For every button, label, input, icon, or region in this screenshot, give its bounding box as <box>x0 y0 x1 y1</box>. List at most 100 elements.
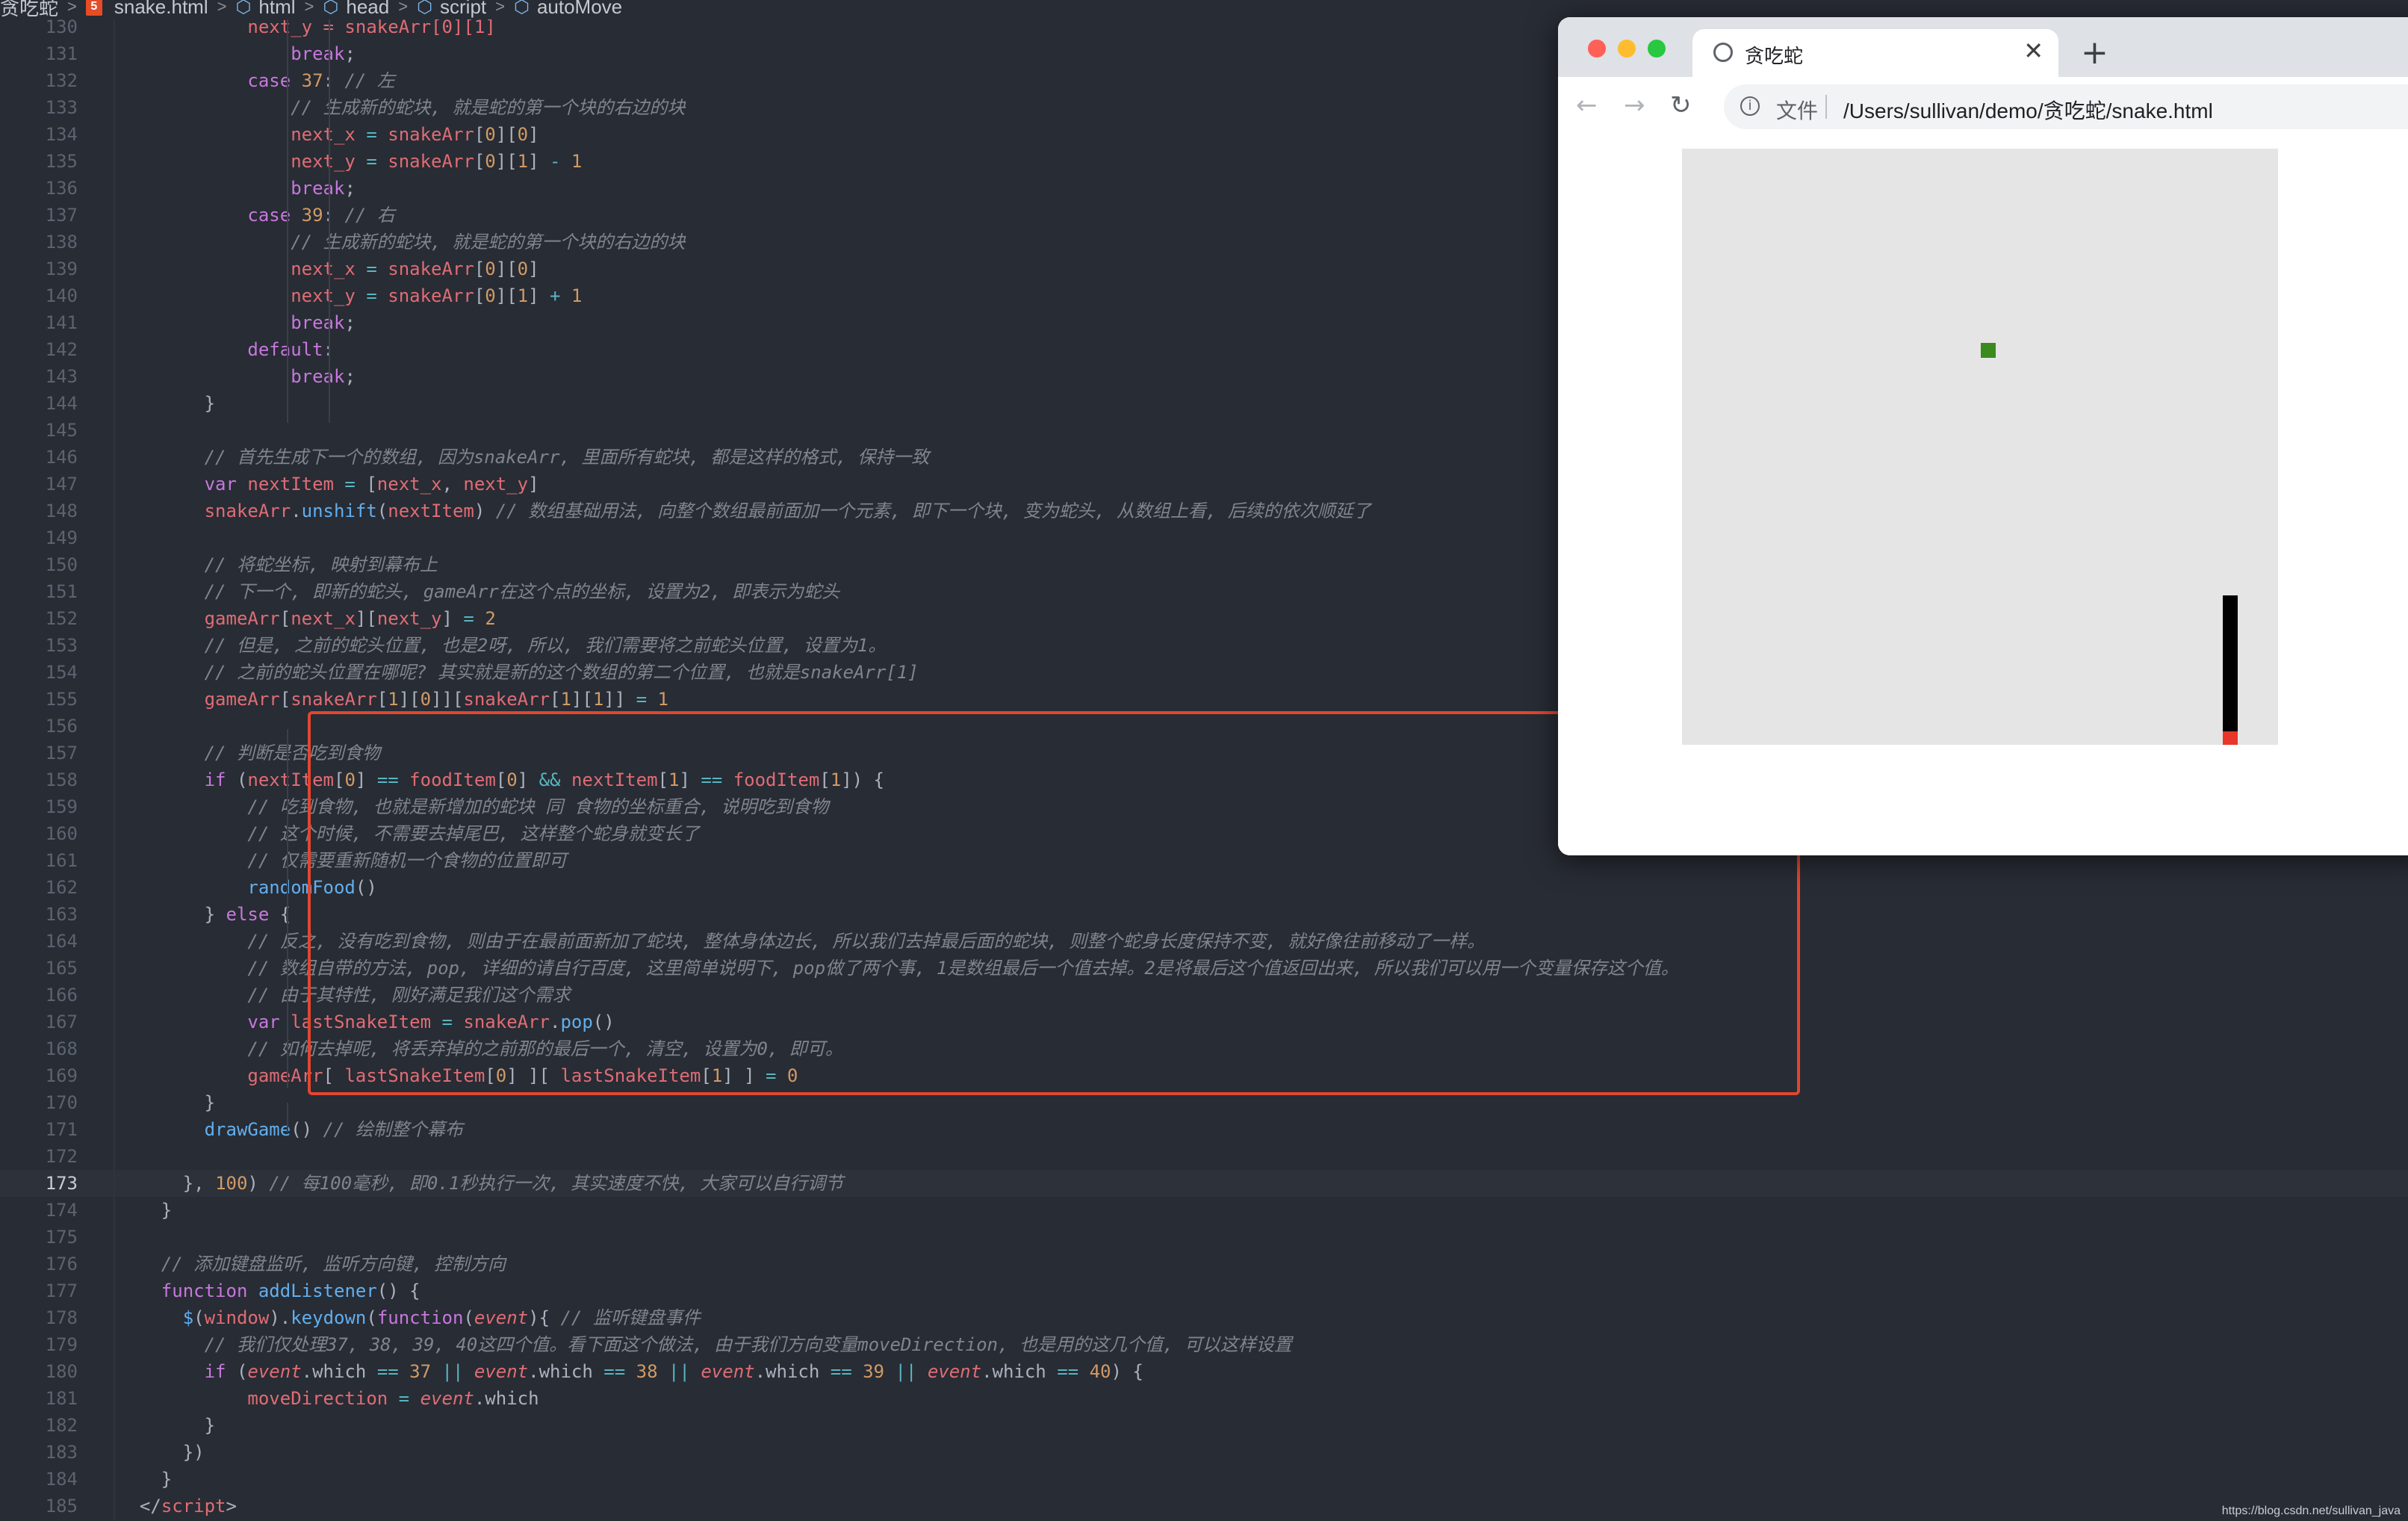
address-bar[interactable]: i 文件 /Users/sullivan/demo/贪吃蛇/snake.html <box>1724 84 2408 129</box>
code-line[interactable]: // 下一个, 即新的蛇头, gameArr在这个点的坐标, 设置为2, 即表示… <box>118 578 840 605</box>
code-line[interactable]: case 39: // 右 <box>118 202 394 229</box>
code-line[interactable]: } <box>118 1412 215 1439</box>
code-line[interactable]: // 但是, 之前的蛇头位置, 也是2呀, 所以, 我们需要将之前蛇头位置, 设… <box>118 632 887 659</box>
code-line[interactable]: // 判断是否吃到食物 <box>118 740 380 766</box>
line-number: 148 <box>45 501 78 521</box>
code-token: // 首先生成下一个的数组, 因为snakeArr, 里面所有蛇块, 都是这样的… <box>204 447 930 468</box>
code-line[interactable]: if (nextItem[0] == foodItem[0] && nextIt… <box>118 766 884 793</box>
code-line[interactable]: function addListener() { <box>118 1277 421 1304</box>
breadcrumb-file[interactable]: snake.html <box>114 0 208 19</box>
code-token: next_y <box>291 285 356 306</box>
code-line[interactable]: // 如何去掉呢, 将丢弃掉的之前那的最后一个, 清空, 设置为0, 即可。 <box>118 1035 843 1062</box>
close-tab-icon[interactable]: ✕ <box>2023 37 2044 65</box>
code-line[interactable]: </script> <box>118 1493 237 1520</box>
line-number: 137 <box>45 205 78 226</box>
code-line[interactable]: break; <box>118 363 356 390</box>
line-number: 141 <box>45 312 78 333</box>
line-number: 156 <box>45 716 78 737</box>
code-token: 1 <box>647 689 668 710</box>
code-line[interactable]: var lastSnakeItem = snakeArr.pop() <box>118 1009 614 1035</box>
line-number: 153 <box>45 635 78 656</box>
code-token: ][ <box>495 285 518 306</box>
code-line[interactable]: snakeArr.unshift(nextItem) // 数组基础用法, 向整… <box>118 498 1371 524</box>
code-line[interactable]: }, 100) // 每100毫秒, 即0.1秒执行一次, 其实速度不快, 大家… <box>118 1170 843 1197</box>
code-token: 40 <box>1079 1361 1111 1382</box>
symbol-cube-icon: ⬡ <box>417 0 433 17</box>
code-line[interactable]: break; <box>118 40 356 67</box>
code-line[interactable]: // 我们仅处理37, 38, 39, 40这四个值。看下面这个做法, 由于我们… <box>118 1331 1292 1358</box>
breadcrumb-folder[interactable]: 贪吃蛇 <box>0 0 58 19</box>
code-line[interactable]: // 仅需要重新随机一个食物的位置即可 <box>118 847 566 874</box>
code-line[interactable]: } else { <box>118 901 291 928</box>
url-text[interactable]: /Users/sullivan/demo/贪吃蛇/snake.html <box>1843 95 2213 125</box>
breadcrumb-script[interactable]: script <box>440 0 486 19</box>
code-token: && <box>539 769 561 790</box>
forward-arrow-icon[interactable]: → <box>1624 90 1645 120</box>
zoom-window-button[interactable] <box>1648 40 1666 58</box>
code-line[interactable]: gameArr[ lastSnakeItem[0] ][ lastSnakeIt… <box>118 1062 798 1089</box>
indent-guide <box>287 19 288 423</box>
code-line[interactable]: gameArr[snakeArr[1][0]][snakeArr[1][1]] … <box>118 686 668 713</box>
line-number: 171 <box>45 1119 78 1140</box>
code-token: ][ <box>571 689 593 710</box>
code-line[interactable]: var nextItem = [next_x, next_y] <box>118 471 539 498</box>
code-line[interactable]: } <box>118 1197 172 1224</box>
line-number: 167 <box>45 1012 78 1032</box>
code-token: 2 <box>474 608 496 629</box>
code-token: () <box>355 877 377 898</box>
code-line[interactable]: // 生成新的蛇块, 就是蛇的第一个块的右边的块 <box>118 94 685 121</box>
back-arrow-icon[interactable]: ← <box>1576 90 1598 120</box>
code-line[interactable]: // 由于其特性, 刚好满足我们这个需求 <box>118 982 570 1009</box>
code-line[interactable]: break; <box>118 309 356 336</box>
minimize-window-button[interactable] <box>1618 40 1636 58</box>
code-line[interactable]: // 反之, 没有吃到食物, 则由于在最前面新加了蛇块, 整体身体边长, 所以我… <box>118 928 1485 955</box>
browser-tab[interactable]: 贪吃蛇 ✕ <box>1692 29 2058 77</box>
code-token: [ <box>474 124 485 145</box>
code-line[interactable]: } <box>118 390 215 417</box>
code-line[interactable]: } <box>118 1466 172 1493</box>
code-line[interactable]: // 生成新的蛇块, 就是蛇的第一个块的右边的块 <box>118 229 685 255</box>
code-line[interactable]: // 这个时候, 不需要去掉尾巴, 这样整个蛇身就变长了 <box>118 820 699 847</box>
info-icon[interactable]: i <box>1740 96 1760 116</box>
code-line[interactable]: default: <box>118 336 334 363</box>
code-line[interactable]: // 之前的蛇头位置在哪呢? 其实就是新的这个数组的第二个位置, 也就是snak… <box>118 659 919 686</box>
code-line[interactable]: break; <box>118 175 356 202</box>
code-line[interactable]: // 添加键盘监听, 监听方向键, 控制方向 <box>118 1251 506 1277</box>
code-line[interactable]: // 吃到食物, 也就是新增加的蛇块 同 食物的坐标重合, 说明吃到食物 <box>118 793 828 820</box>
line-number: 144 <box>45 393 78 414</box>
code-token: = <box>355 285 388 306</box>
code-line[interactable]: if (event.which == 37 || event.which == … <box>118 1358 1144 1385</box>
tab-title: 贪吃蛇 <box>1745 45 1804 67</box>
code-line[interactable]: gameArr[next_x][next_y] = 2 <box>118 605 496 632</box>
code-token: . <box>549 1012 561 1032</box>
code-line[interactable]: case 37: // 左 <box>118 67 394 94</box>
code-line[interactable]: // 将蛇坐标, 映射到幕布上 <box>118 551 438 578</box>
code-line[interactable]: // 首先生成下一个的数组, 因为snakeArr, 里面所有蛇块, 都是这样的… <box>118 444 930 471</box>
code-line[interactable]: next_y = snakeArr[0][1] + 1 <box>118 282 582 309</box>
code-token: event <box>420 1388 474 1409</box>
new-tab-button[interactable]: + <box>2081 34 2108 72</box>
code-line[interactable]: drawGame() // 绘制整个幕布 <box>118 1116 463 1143</box>
code-line[interactable]: next_y = snakeArr[0][1] - 1 <box>118 148 582 175</box>
code-line[interactable]: // 数组自带的方法, pop, 详细的请自行百度, 这里简单说明下, pop做… <box>118 955 1678 982</box>
code-line[interactable]: } <box>118 1089 215 1116</box>
code-token: // 数组基础用法, 向整个数组最前面加一个元素, 即下一个块, 变为蛇头, 从… <box>495 501 1371 521</box>
reload-icon[interactable]: ↻ <box>1670 90 1692 120</box>
code-line[interactable]: randomFood() <box>118 874 377 901</box>
code-token: 1 <box>711 1065 723 1086</box>
code-line[interactable]: }) <box>118 1439 205 1466</box>
breadcrumb-head[interactable]: head <box>346 0 389 19</box>
close-window-button[interactable] <box>1588 40 1606 58</box>
code-line[interactable]: $(window).keydown(function(event){ // 监听… <box>118 1304 701 1331</box>
breadcrumb-automove[interactable]: autoMove <box>537 0 622 19</box>
breadcrumb-html[interactable]: html <box>258 0 295 19</box>
code-line[interactable]: moveDirection = event.which <box>118 1385 539 1412</box>
